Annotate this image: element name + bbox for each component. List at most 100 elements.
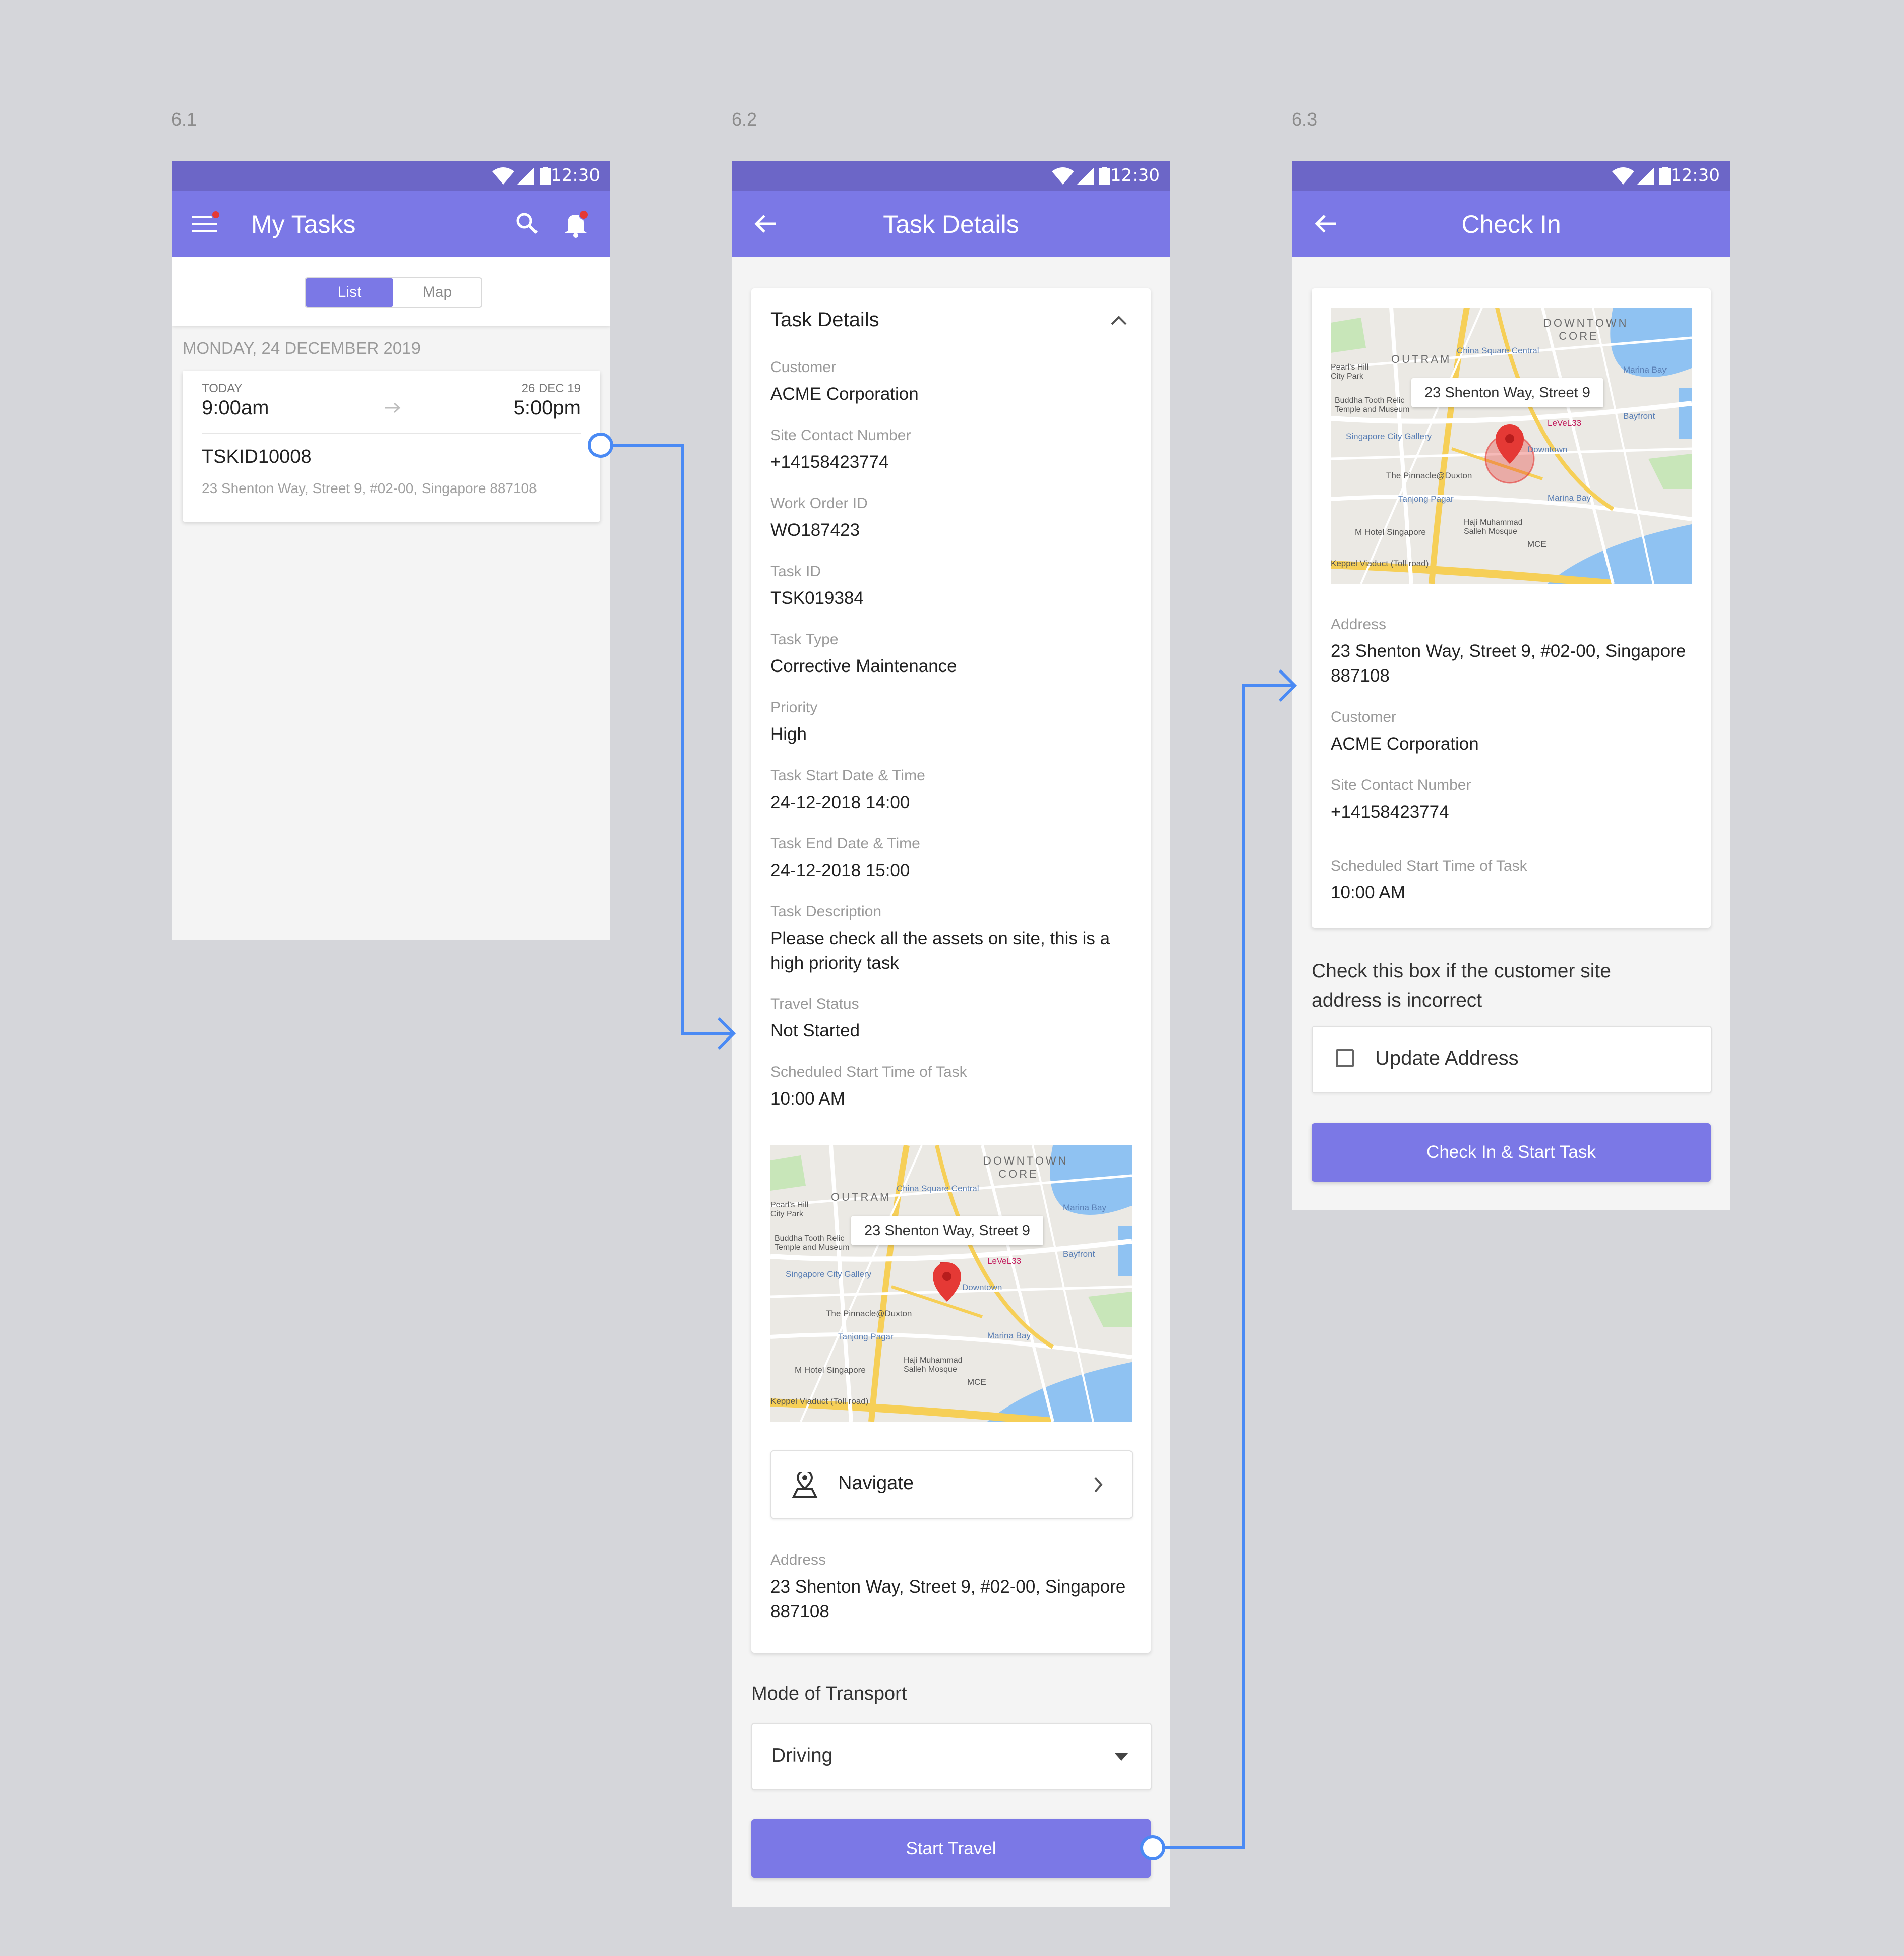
map-callout: 23 Shenton Way, Street 9 <box>1411 378 1603 407</box>
map-label-pearls-hill: Pearl's Hill City Park <box>1331 363 1369 381</box>
check-in-card: DOWNTOWN CORE OUTRAM China Square Centra… <box>1312 288 1711 928</box>
map-label-marina-bay-2: Marina Bay <box>987 1331 1031 1340</box>
task-details-card: Task Details Customer ACME Corporation S… <box>751 288 1151 1653</box>
update-address-checkbox-row[interactable]: Update Address <box>1312 1026 1712 1093</box>
task-type-value: Corrective Maintenance <box>770 656 957 676</box>
battery-icon <box>1659 167 1671 185</box>
battery-icon <box>540 167 551 185</box>
map-label-level33: LeVeL33 <box>987 1256 1022 1266</box>
site-contact-label: Site Contact Number <box>1331 777 1471 793</box>
priority-label: Priority <box>770 699 818 716</box>
navigate-button[interactable]: Navigate <box>770 1450 1133 1519</box>
location-map[interactable]: DOWNTOWN CORE OUTRAM China Square Centra… <box>1331 308 1692 584</box>
signal-icon <box>1077 167 1094 185</box>
location-map[interactable]: DOWNTOWN CORE OUTRAM China Square Centra… <box>770 1145 1132 1422</box>
flow-arrowhead-6-2 <box>717 1017 736 1050</box>
checkbox-icon[interactable] <box>1336 1049 1354 1067</box>
work-order-label: Work Order ID <box>770 495 868 512</box>
dropdown-caret-icon <box>1114 1753 1128 1761</box>
scheduled-start-value: 10:00 AM <box>770 1089 845 1109</box>
status-time: 12:30 <box>1110 165 1160 186</box>
signal-icon <box>517 167 534 185</box>
signal-icon <box>1637 167 1654 185</box>
navigate-label: Navigate <box>838 1473 914 1494</box>
map-label-hotel: M Hotel Singapore <box>1355 527 1426 537</box>
map-label-viaduct: Keppel Viaduct (Toll road) <box>1331 559 1429 568</box>
map-label-mosque: Haji Muhammad Salleh Mosque <box>1464 518 1523 536</box>
page-title: Task Details <box>883 210 1019 238</box>
site-contact-value: +14158423774 <box>1331 802 1449 822</box>
map-label-downtown: DOWNTOWN CORE <box>983 1154 1068 1180</box>
map-label-pearls-hill: Pearl's Hill City Park <box>770 1201 809 1218</box>
task-card[interactable]: TODAY 9:00am 26 DEC 19 5:00pm TSKID10008… <box>183 371 600 522</box>
task-start-time: 9:00am <box>202 397 269 419</box>
customer-value: ACME Corporation <box>770 384 919 404</box>
flow-line-6-2-to-6-3 <box>1163 684 1295 1849</box>
map-label-outram: OUTRAM <box>1391 353 1452 365</box>
travel-status-value: Not Started <box>770 1021 860 1041</box>
map-label-hotel: M Hotel Singapore <box>795 1365 866 1375</box>
search-icon[interactable] <box>515 212 540 236</box>
task-type-label: Task Type <box>770 631 839 648</box>
date-header: MONDAY, 24 DECEMBER 2019 <box>183 339 421 357</box>
map-callout: 23 Shenton Way, Street 9 <box>851 1216 1043 1245</box>
map-label-pinnacle: The Pinnacle@Duxton <box>826 1309 912 1318</box>
page-title: My Tasks <box>251 210 356 238</box>
segment-list[interactable]: List <box>306 278 393 307</box>
start-travel-button[interactable]: Start Travel <box>751 1819 1151 1878</box>
status-bar: 12:30 <box>172 161 610 191</box>
transport-heading: Mode of Transport <box>751 1683 907 1704</box>
screen-number-6-1: 6.1 <box>171 109 197 130</box>
end-datetime-label: Task End Date & Time <box>770 835 920 852</box>
screen-task-details: 12:30 Task Details Task Details Customer… <box>732 161 1170 1907</box>
map-label-buddha: Buddha Tooth Relic Temple and Museum <box>775 1234 850 1252</box>
screen-my-tasks: 12:30 My Tasks List Map MONDAY, 24 DECEM… <box>172 161 610 940</box>
segment-map[interactable]: Map <box>393 278 481 307</box>
page-title: Check In <box>1461 210 1561 238</box>
address-value: 23 Shenton Way, Street 9, #02-00, Singap… <box>1331 641 1686 686</box>
site-contact-label: Site Contact Number <box>770 427 911 444</box>
wifi-icon <box>1052 167 1074 185</box>
scheduled-start-value: 10:00 AM <box>1331 883 1405 902</box>
screen-number-6-3: 6.3 <box>1292 109 1318 130</box>
map-label-downtown: DOWNTOWN CORE <box>1543 317 1629 342</box>
chevron-up-icon[interactable] <box>1110 315 1127 326</box>
map-label-downtown-station: Downtown <box>962 1282 1002 1292</box>
map-label-city-gallery: Singapore City Gallery <box>786 1269 872 1279</box>
address-value: 23 Shenton Way, Street 9, #02-00, Singap… <box>770 1577 1126 1621</box>
map-label-tanjong-pagar: Tanjong Pagar <box>838 1332 894 1341</box>
transport-select[interactable]: Driving <box>751 1723 1152 1790</box>
battery-icon <box>1099 167 1110 185</box>
customer-label: Customer <box>770 359 837 376</box>
start-datetime-label: Task Start Date & Time <box>770 767 925 784</box>
divider <box>202 433 581 434</box>
card-title: Task Details <box>770 309 879 331</box>
menu-icon[interactable] <box>192 211 220 236</box>
travel-status-label: Travel Status <box>770 996 859 1012</box>
screen-check-in: 12:30 Check In DOWNTOWN CORE OUTRAM Chin… <box>1292 161 1730 1210</box>
wifi-icon <box>1612 167 1634 185</box>
map-label-mce: MCE <box>967 1377 986 1387</box>
checkbox-prompt: Check this box if the customer site addr… <box>1312 960 1611 1011</box>
segmented-control: List Map <box>305 277 482 308</box>
address-label: Address <box>770 1552 826 1568</box>
check-in-start-task-button[interactable]: Check In & Start Task <box>1312 1123 1711 1182</box>
app-bar: Check In <box>1292 191 1730 257</box>
map-label-buddha: Buddha Tooth Relic Temple and Museum <box>1335 396 1410 414</box>
task-start-label: TODAY <box>202 382 243 395</box>
map-label-tanjong-pagar: Tanjong Pagar <box>1398 494 1454 504</box>
description-label: Task Description <box>770 903 882 920</box>
map-label-china-square: China Square Central <box>1457 346 1539 355</box>
start-datetime-value: 24-12-2018 14:00 <box>770 792 910 812</box>
map-label-bayfront: Bayfront <box>1063 1249 1095 1259</box>
scheduled-start-label: Scheduled Start Time of Task <box>1331 858 1527 874</box>
segment-bar: List Map <box>172 257 610 326</box>
map-label-marina-bay-2: Marina Bay <box>1548 493 1591 503</box>
customer-value: ACME Corporation <box>1331 734 1479 754</box>
map-label-china-square: China Square Central <box>897 1184 979 1193</box>
status-bar: 12:30 <box>1292 161 1730 191</box>
bell-icon[interactable] <box>564 210 591 238</box>
map-label-pinnacle: The Pinnacle@Duxton <box>1386 471 1472 480</box>
status-time: 12:30 <box>1671 165 1720 186</box>
app-bar: Task Details <box>732 191 1170 257</box>
